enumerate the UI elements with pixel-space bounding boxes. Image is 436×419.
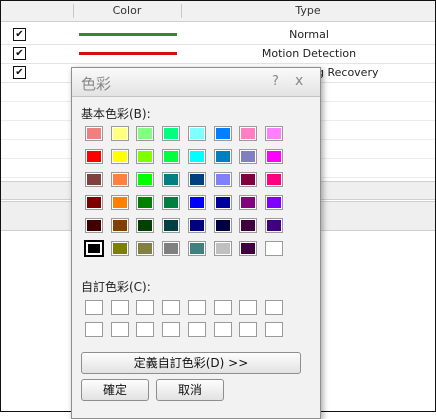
basic-color-swatch[interactable] <box>239 172 258 187</box>
custom-color-swatch[interactable] <box>85 322 103 337</box>
basic-color-swatch[interactable] <box>187 218 206 233</box>
basic-color-swatch[interactable] <box>110 149 129 164</box>
basic-color-swatch[interactable] <box>213 218 232 233</box>
basic-color-swatch[interactable] <box>264 149 283 164</box>
basic-color-swatch[interactable] <box>239 149 258 164</box>
custom-color-swatch[interactable] <box>264 322 283 337</box>
ok-button[interactable]: 確定 <box>81 379 149 401</box>
basic-color-swatch[interactable] <box>239 195 258 210</box>
basic-color-swatch[interactable] <box>213 195 232 210</box>
custom-colors-label: 自訂色彩(C): <box>81 280 151 294</box>
basic-color-swatch[interactable] <box>213 172 232 187</box>
basic-color-swatch[interactable] <box>110 195 129 210</box>
custom-color-swatch[interactable] <box>187 322 206 337</box>
basic-color-swatch[interactable] <box>85 218 103 233</box>
color-line-sample <box>79 33 177 36</box>
row-checkbox[interactable]: ✔ <box>13 66 26 79</box>
basic-color-swatch[interactable] <box>136 172 155 187</box>
basic-color-swatch[interactable] <box>85 126 103 141</box>
basic-color-swatch[interactable] <box>85 149 103 164</box>
basic-color-swatch[interactable] <box>110 126 129 141</box>
basic-color-swatch[interactable] <box>110 172 129 187</box>
basic-color-swatch[interactable] <box>187 241 206 256</box>
custom-color-swatch[interactable] <box>213 300 232 315</box>
basic-color-swatch[interactable] <box>239 126 258 141</box>
basic-color-swatch[interactable] <box>264 241 283 256</box>
table-header: Color Type <box>1 1 435 22</box>
cancel-button[interactable]: 取消 <box>156 379 224 401</box>
basic-color-swatch[interactable] <box>162 241 181 256</box>
column-header-type[interactable]: Type <box>181 1 435 21</box>
basic-color-swatch[interactable] <box>213 241 232 256</box>
basic-color-swatch[interactable] <box>187 126 206 141</box>
basic-color-swatch[interactable] <box>85 195 103 210</box>
basic-color-swatch[interactable] <box>162 126 181 141</box>
basic-color-swatch[interactable] <box>162 218 181 233</box>
basic-color-swatch[interactable] <box>136 195 155 210</box>
basic-color-swatch[interactable] <box>110 241 129 256</box>
custom-color-swatch[interactable] <box>136 300 155 315</box>
basic-color-swatch[interactable] <box>264 195 283 210</box>
custom-color-swatch[interactable] <box>110 322 129 337</box>
color-dialog: 色彩 ? x 基本色彩(B): 自訂色彩(C): 定義自訂色彩(D) >> 確定… <box>71 67 321 419</box>
help-button[interactable]: ? <box>272 74 279 89</box>
row-checkbox[interactable]: ✔ <box>13 47 26 60</box>
custom-color-swatch[interactable] <box>85 300 103 315</box>
basic-color-swatch[interactable] <box>162 149 181 164</box>
color-line-sample <box>79 52 177 55</box>
basic-color-swatch[interactable] <box>85 172 103 187</box>
custom-color-swatch[interactable] <box>136 322 155 337</box>
column-header-color[interactable]: Color <box>73 1 181 21</box>
table-row[interactable]: ✔ Normal <box>1 25 435 45</box>
row-type-label: Normal <box>289 28 329 41</box>
basic-colors-label: 基本色彩(B): <box>81 107 151 121</box>
define-custom-colors-button[interactable]: 定義自訂色彩(D) >> <box>81 352 301 374</box>
custom-color-swatch[interactable] <box>162 300 181 315</box>
custom-color-swatch[interactable] <box>162 322 181 337</box>
basic-color-swatch[interactable] <box>213 126 232 141</box>
custom-color-swatch[interactable] <box>264 300 283 315</box>
custom-color-swatch[interactable] <box>110 300 129 315</box>
basic-color-swatch[interactable] <box>213 149 232 164</box>
basic-color-swatch[interactable] <box>162 172 181 187</box>
custom-color-swatch[interactable] <box>187 300 206 315</box>
table-row[interactable]: ✔ Motion Detection <box>1 44 435 64</box>
basic-color-swatch[interactable] <box>187 149 206 164</box>
basic-color-swatch[interactable] <box>264 172 283 187</box>
basic-color-swatch[interactable] <box>136 218 155 233</box>
row-checkbox[interactable]: ✔ <box>13 28 26 41</box>
basic-color-swatch[interactable] <box>187 172 206 187</box>
basic-color-swatch[interactable] <box>264 126 283 141</box>
basic-color-swatch[interactable] <box>239 241 258 256</box>
basic-color-swatch[interactable] <box>136 241 155 256</box>
basic-color-swatch[interactable] <box>162 195 181 210</box>
basic-color-swatch[interactable] <box>239 218 258 233</box>
row-type-label: Motion Detection <box>261 47 357 60</box>
dialog-title-bar[interactable]: 色彩 ? x <box>72 68 320 97</box>
close-button[interactable]: x <box>295 73 303 89</box>
basic-color-swatch[interactable] <box>110 218 129 233</box>
custom-color-swatch[interactable] <box>239 300 258 315</box>
basic-color-swatch[interactable] <box>136 149 155 164</box>
custom-color-swatch[interactable] <box>239 322 258 337</box>
basic-color-swatch-selected[interactable] <box>85 241 103 256</box>
dialog-title: 色彩 <box>81 75 112 93</box>
basic-color-swatch[interactable] <box>264 218 283 233</box>
basic-color-swatch[interactable] <box>136 126 155 141</box>
basic-color-swatch[interactable] <box>187 195 206 210</box>
custom-color-swatch[interactable] <box>213 322 232 337</box>
